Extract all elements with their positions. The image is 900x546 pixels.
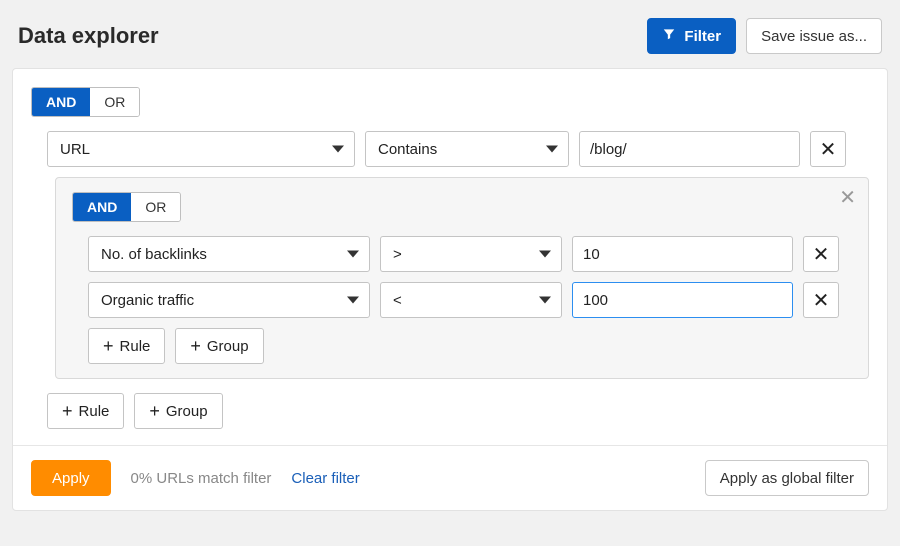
root-logic-toggle: AND OR: [31, 87, 140, 117]
field-select-value: Organic traffic: [101, 292, 194, 309]
close-icon: ✕: [813, 242, 830, 267]
nested-and-toggle[interactable]: AND: [73, 193, 131, 221]
operator-select-value: >: [393, 246, 402, 263]
field-select[interactable]: URL: [47, 131, 355, 167]
close-icon: ✕: [839, 187, 856, 209]
chevron-down-icon: [539, 251, 551, 258]
remove-rule-button[interactable]: ✕: [803, 236, 839, 272]
remove-group-button[interactable]: ✕: [839, 188, 856, 208]
add-rule-button[interactable]: + Rule: [47, 393, 124, 429]
root-and-toggle[interactable]: AND: [32, 88, 90, 116]
operator-select[interactable]: >: [380, 236, 562, 272]
funnel-icon: [662, 27, 676, 45]
nested-or-toggle[interactable]: OR: [131, 193, 180, 221]
filter-button-label: Filter: [684, 28, 721, 45]
rule-row: Organic traffic < ✕: [88, 282, 852, 318]
remove-rule-button[interactable]: ✕: [803, 282, 839, 318]
add-rule-label: Rule: [120, 338, 151, 355]
operator-select-value: Contains: [378, 141, 437, 158]
save-issue-label: Save issue as...: [761, 28, 867, 45]
filter-button[interactable]: Filter: [647, 18, 736, 54]
field-select-value: No. of backlinks: [101, 246, 207, 263]
plus-icon: +: [103, 337, 114, 355]
chevron-down-icon: [332, 146, 344, 153]
plus-icon: +: [190, 337, 201, 355]
apply-global-label: Apply as global filter: [720, 470, 854, 487]
apply-label: Apply: [52, 470, 90, 487]
value-input[interactable]: [579, 131, 800, 167]
match-status: 0% URLs match filter: [131, 470, 272, 487]
add-rule-button[interactable]: + Rule: [88, 328, 165, 364]
add-rule-label: Rule: [79, 403, 110, 420]
close-icon: ✕: [813, 288, 830, 313]
add-group-label: Group: [166, 403, 208, 420]
operator-select-value: <: [393, 292, 402, 309]
chevron-down-icon: [539, 297, 551, 304]
add-group-button[interactable]: + Group: [175, 328, 263, 364]
remove-rule-button[interactable]: ✕: [810, 131, 846, 167]
nested-group: ✕ AND OR No. of backlinks: [55, 177, 869, 379]
chevron-down-icon: [546, 146, 558, 153]
field-select[interactable]: No. of backlinks: [88, 236, 370, 272]
add-group-button[interactable]: + Group: [134, 393, 222, 429]
page-title: Data explorer: [18, 23, 159, 49]
root-or-toggle[interactable]: OR: [90, 88, 139, 116]
chevron-down-icon: [347, 297, 359, 304]
plus-icon: +: [149, 402, 160, 420]
value-input[interactable]: [572, 236, 793, 272]
field-select-value: URL: [60, 141, 90, 158]
apply-global-button[interactable]: Apply as global filter: [705, 460, 869, 496]
add-group-label: Group: [207, 338, 249, 355]
clear-filter-link[interactable]: Clear filter: [291, 470, 359, 487]
nested-logic-toggle: AND OR: [72, 192, 181, 222]
value-input[interactable]: [572, 282, 793, 318]
field-select[interactable]: Organic traffic: [88, 282, 370, 318]
operator-select[interactable]: Contains: [365, 131, 569, 167]
close-icon: ✕: [820, 137, 837, 162]
operator-select[interactable]: <: [380, 282, 562, 318]
filter-panel: AND OR URL Contains ✕: [12, 68, 888, 511]
panel-footer: Apply 0% URLs match filter Clear filter …: [13, 445, 887, 510]
save-issue-button[interactable]: Save issue as...: [746, 18, 882, 54]
plus-icon: +: [62, 402, 73, 420]
apply-button[interactable]: Apply: [31, 460, 111, 496]
header-buttons: Filter Save issue as...: [647, 18, 882, 54]
rule-row: No. of backlinks > ✕: [88, 236, 852, 272]
rule-row: URL Contains ✕: [47, 131, 869, 167]
chevron-down-icon: [347, 251, 359, 258]
